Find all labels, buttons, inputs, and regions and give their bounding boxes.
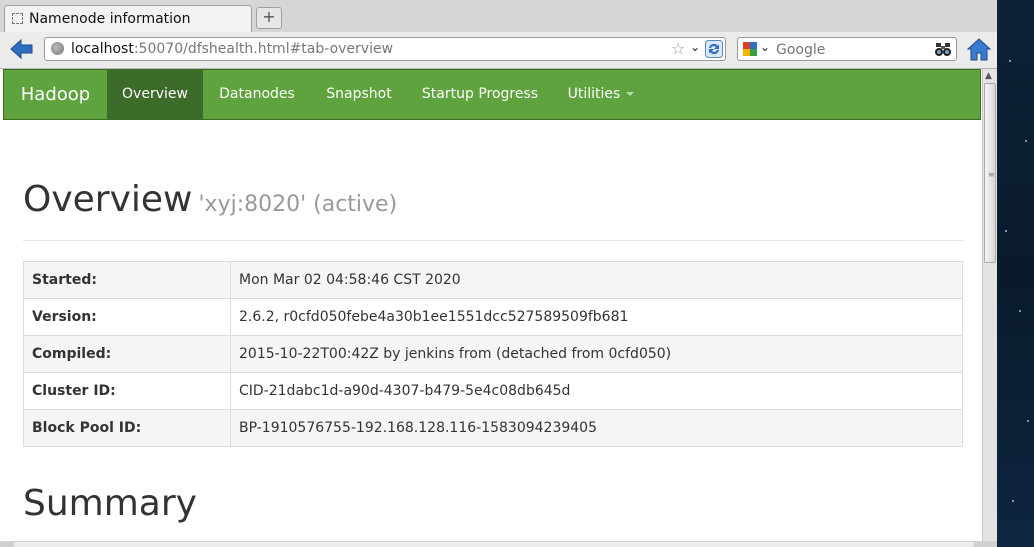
search-engine-dropdown-icon[interactable]: ⌄ bbox=[760, 40, 770, 54]
row-value: BP-1910576755-192.168.128.116-1583094239… bbox=[230, 409, 963, 447]
horizontal-scrollbar-thumb[interactable] bbox=[14, 542, 974, 547]
navigation-toolbar: localhost:50070/dfshealth.html#tab-overv… bbox=[0, 32, 997, 69]
bookmark-star-icon[interactable]: ☆ bbox=[671, 39, 685, 58]
row-key: Version: bbox=[23, 298, 231, 336]
nav-item-startup-progress[interactable]: Startup Progress bbox=[407, 70, 553, 119]
nav-item-utilities-label: Utilities bbox=[567, 86, 621, 102]
back-arrow-icon bbox=[10, 38, 33, 60]
search-bar[interactable]: ⌄ bbox=[737, 37, 957, 61]
favicon-placeholder-icon bbox=[12, 13, 23, 24]
browser-tab[interactable]: Namenode information bbox=[4, 5, 252, 32]
search-input[interactable] bbox=[774, 40, 928, 60]
table-row: Started: Mon Mar 02 04:58:46 CST 2020 bbox=[23, 261, 963, 299]
hadoop-brand[interactable]: Hadoop bbox=[4, 70, 107, 119]
desktop-background bbox=[997, 0, 1034, 547]
nav-item-utilities[interactable]: Utilities bbox=[553, 70, 649, 119]
hadoop-navbar: Hadoop Overview Datanodes Snapshot Start… bbox=[3, 69, 981, 120]
row-value: 2.6.2, r0cfd050febe4a30b1ee1551dcc527589… bbox=[230, 298, 963, 336]
search-engine-icon[interactable] bbox=[742, 41, 758, 57]
url-host: localhost bbox=[71, 41, 134, 57]
back-button[interactable] bbox=[8, 37, 36, 61]
tab-strip: Namenode information + bbox=[0, 0, 997, 33]
overview-title: Overview bbox=[23, 179, 193, 220]
scroll-up-icon[interactable]: ▲ bbox=[985, 71, 992, 81]
address-bar[interactable]: localhost:50070/dfshealth.html#tab-overv… bbox=[44, 37, 726, 61]
url-text[interactable]: localhost:50070/dfshealth.html#tab-overv… bbox=[71, 41, 393, 57]
table-row: Compiled: 2015-10-22T00:42Z by jenkins f… bbox=[23, 335, 963, 373]
scrollbar-thumb[interactable]: ≡ bbox=[984, 83, 996, 263]
site-identity-icon[interactable] bbox=[51, 42, 64, 55]
overview-subtitle: 'xyj:8020' (active) bbox=[198, 192, 398, 217]
table-row: Version: 2.6.2, r0cfd050febe4a30b1ee1551… bbox=[23, 298, 963, 336]
home-button[interactable] bbox=[966, 37, 992, 63]
row-key: Cluster ID: bbox=[23, 372, 231, 410]
horizontal-scrollbar[interactable] bbox=[0, 541, 997, 547]
heading-divider bbox=[23, 240, 963, 241]
overview-table: Started: Mon Mar 02 04:58:46 CST 2020 Ve… bbox=[23, 261, 963, 447]
tab-title: Namenode information bbox=[29, 11, 191, 27]
reload-icon[interactable] bbox=[705, 40, 723, 58]
overview-heading: Overview'xyj:8020' (active) bbox=[23, 179, 397, 220]
grip-icon: ≡ bbox=[988, 170, 995, 179]
summary-heading: Summary bbox=[23, 483, 197, 524]
history-dropdown-icon[interactable]: ⌄ bbox=[690, 40, 700, 54]
row-value: CID-21dabc1d-a90d-4307-b479-5e4c08db645d bbox=[230, 372, 963, 410]
caret-down-icon bbox=[626, 92, 635, 96]
row-key: Compiled: bbox=[23, 335, 231, 373]
table-row: Block Pool ID: BP-1910576755-192.168.128… bbox=[23, 409, 963, 447]
page-viewport: Hadoop Overview Datanodes Snapshot Start… bbox=[0, 69, 982, 541]
row-key: Started: bbox=[23, 261, 231, 299]
nav-item-datanodes[interactable]: Datanodes bbox=[203, 70, 311, 119]
url-path: :50070/dfshealth.html#tab-overview bbox=[133, 41, 394, 57]
vertical-scrollbar[interactable]: ▲ ≡ bbox=[982, 69, 997, 541]
home-icon bbox=[966, 38, 992, 61]
row-value: Mon Mar 02 04:58:46 CST 2020 bbox=[230, 261, 963, 299]
row-key: Block Pool ID: bbox=[23, 409, 231, 447]
nav-item-snapshot[interactable]: Snapshot bbox=[311, 70, 407, 119]
nav-item-overview[interactable]: Overview bbox=[107, 70, 203, 119]
row-value: 2015-10-22T00:42Z by jenkins from (detac… bbox=[230, 335, 963, 373]
binoculars-icon[interactable] bbox=[934, 41, 952, 57]
new-tab-button[interactable]: + bbox=[256, 7, 282, 29]
browser-window: Namenode information + localhost:50070/d… bbox=[0, 0, 997, 547]
table-row: Cluster ID: CID-21dabc1d-a90d-4307-b479-… bbox=[23, 372, 963, 410]
